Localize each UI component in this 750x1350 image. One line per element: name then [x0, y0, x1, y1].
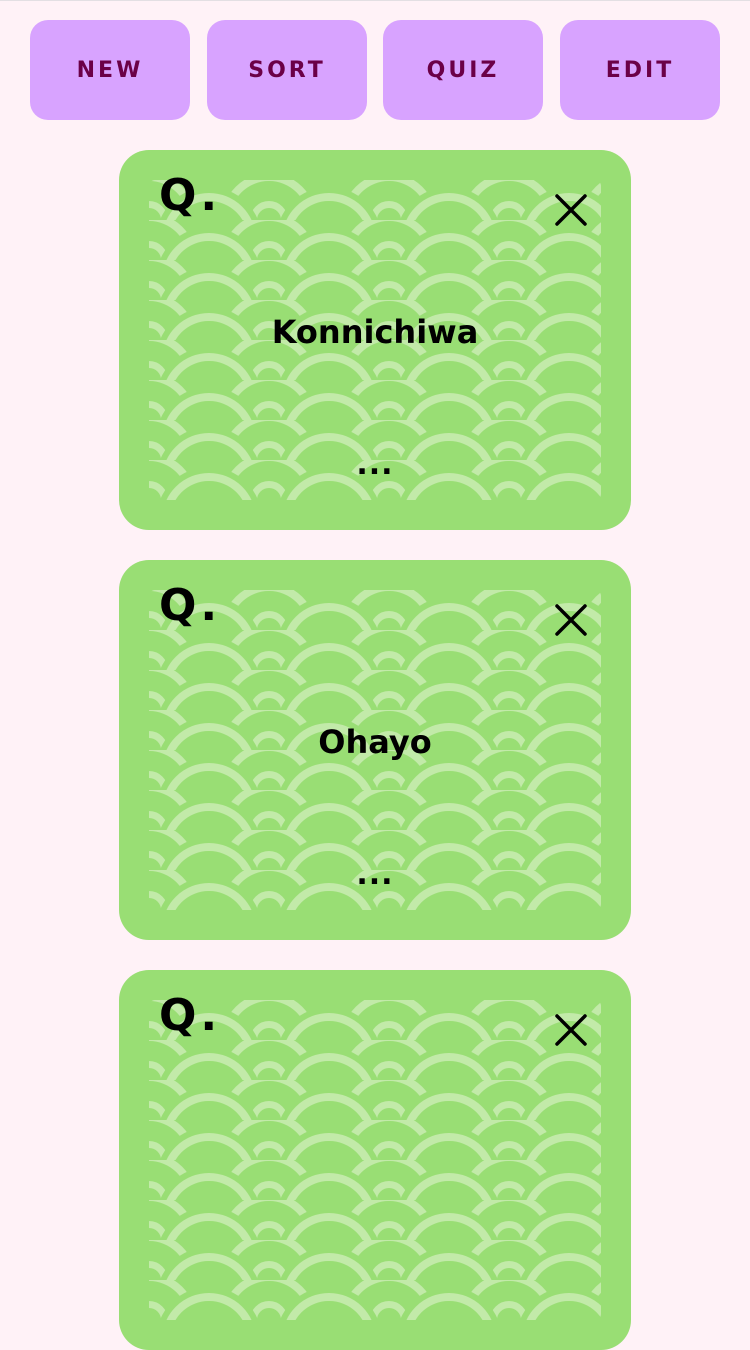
quiz-button[interactable]: QUIZ — [383, 20, 543, 120]
close-icon[interactable] — [551, 600, 591, 640]
more-options-button[interactable]: ... — [119, 450, 631, 480]
close-icon[interactable] — [551, 190, 591, 230]
card-wave-pattern — [149, 1000, 601, 1320]
edit-button[interactable]: EDIT — [560, 20, 720, 120]
flashcard[interactable]: Q. — [119, 970, 631, 1350]
close-icon[interactable] — [551, 1010, 591, 1050]
more-options-button[interactable]: ... — [119, 860, 631, 890]
toolbar: NEW SORT QUIZ EDIT — [0, 0, 750, 140]
flashcard[interactable]: Q. Konnichiwa ... — [119, 150, 631, 530]
card-question-prefix: Q. — [159, 170, 222, 221]
card-question-prefix: Q. — [159, 580, 222, 631]
new-button[interactable]: NEW — [30, 20, 190, 120]
card-word: Ohayo — [318, 723, 432, 761]
sort-button[interactable]: SORT — [207, 20, 367, 120]
card-word: Konnichiwa — [271, 313, 479, 351]
flashcard[interactable]: Q. Ohayo ... — [119, 560, 631, 940]
card-question-prefix: Q. — [159, 990, 222, 1041]
